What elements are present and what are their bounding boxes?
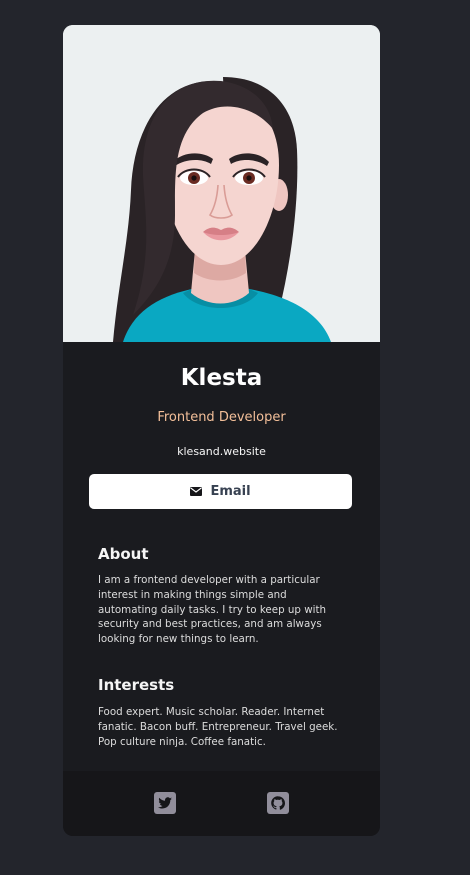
mail-icon (190, 487, 203, 496)
profile-website[interactable]: klesand.website (63, 444, 380, 460)
profile-role: Frontend Developer (157, 410, 286, 425)
interests-title: Interests (98, 676, 175, 694)
email-button-label: Email (210, 484, 251, 499)
avatar-illustration (63, 25, 380, 342)
about-text: I am a frontend developer with a particu… (98, 574, 327, 646)
social-footer (63, 771, 380, 836)
interests-text: Food expert. Music scholar. Reader. Inte… (98, 706, 338, 748)
profile-card: Klesta Frontend Developer klesand.websit… (63, 25, 380, 836)
profile-name: Klesta (180, 365, 263, 391)
twitter-icon[interactable] (154, 792, 176, 814)
about-title: About (98, 545, 149, 563)
avatar (63, 25, 380, 342)
email-button[interactable]: Email (89, 474, 352, 509)
profile-info: Klesta Frontend Developer klesand.websit… (63, 342, 380, 771)
github-icon[interactable] (267, 792, 289, 814)
